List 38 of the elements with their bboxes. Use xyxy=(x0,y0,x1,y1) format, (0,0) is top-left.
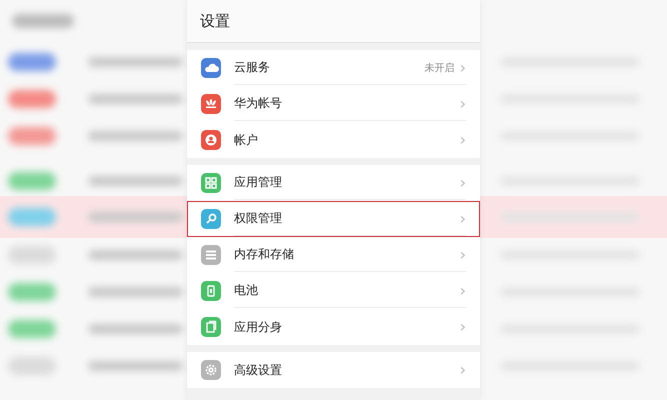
settings-item[interactable]: 帐户 › xyxy=(187,122,480,158)
page-title: 设置 xyxy=(200,12,230,30)
battery-icon xyxy=(201,281,221,301)
settings-item[interactable]: 应用分身 › xyxy=(187,309,480,345)
settings-icon xyxy=(201,360,221,380)
item-label: 内存和存储 xyxy=(234,246,295,263)
chevron-icon: › xyxy=(460,96,466,112)
chevron-icon: › xyxy=(460,132,466,148)
chevron-icon: › xyxy=(460,319,466,335)
item-label: 云服务 xyxy=(234,59,271,76)
settings-item[interactable]: 权限管理 › xyxy=(187,201,480,237)
list-icon xyxy=(201,245,221,265)
settings-item[interactable]: 高级设置 › xyxy=(187,352,480,388)
flower-icon xyxy=(201,94,221,114)
settings-item[interactable]: 华为帐号 › xyxy=(187,86,480,122)
settings-item[interactable]: 电池 › xyxy=(187,273,480,309)
settings-item[interactable]: 应用管理 › xyxy=(187,165,480,201)
item-label: 华为帐号 xyxy=(234,95,283,112)
clone-icon xyxy=(201,317,221,337)
chevron-icon: › xyxy=(460,362,466,378)
chevron-icon: › xyxy=(460,282,466,298)
chevron-icon: › xyxy=(460,210,466,226)
item-label: 应用分身 xyxy=(234,318,283,336)
grid-icon xyxy=(201,173,221,193)
cloud-icon xyxy=(201,58,221,78)
chevron-icon: › xyxy=(460,60,466,76)
item-status: 未开启 xyxy=(424,62,455,74)
chevron-icon: › xyxy=(460,246,466,262)
blurred-title xyxy=(12,14,74,28)
chevron-icon: › xyxy=(460,174,466,190)
item-label: 帐户 xyxy=(234,132,259,148)
item-label: 高级设置 xyxy=(234,362,283,378)
item-label: 电池 xyxy=(234,282,259,299)
item-label: 权限管理 xyxy=(234,210,283,227)
person-icon xyxy=(201,130,221,150)
settings-item[interactable]: 云服务 未开启 › xyxy=(187,50,480,86)
settings-item[interactable]: 内存和存储 › xyxy=(187,237,480,273)
item-label: 应用管理 xyxy=(234,174,283,191)
